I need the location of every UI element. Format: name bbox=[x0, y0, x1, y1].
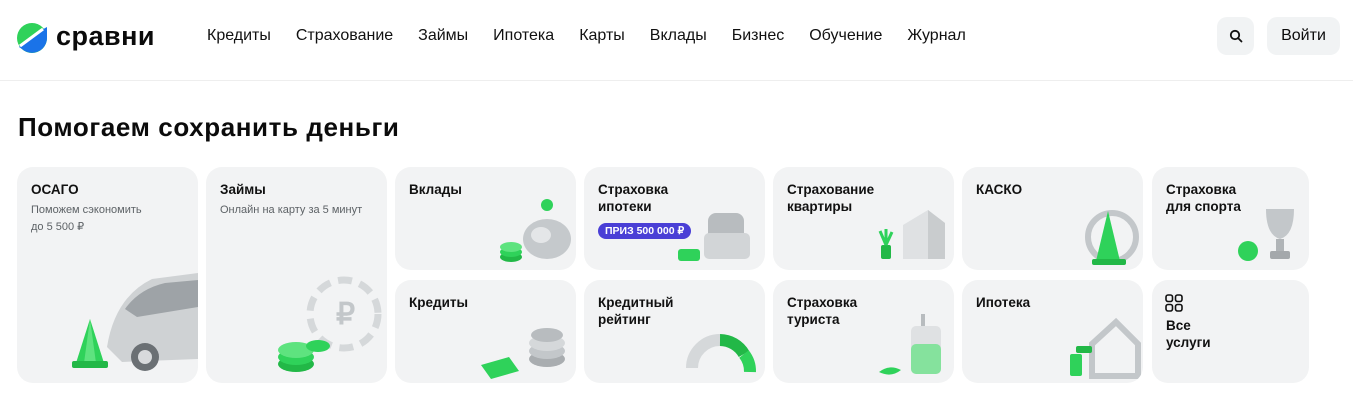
coins-card-illustration bbox=[481, 328, 565, 379]
piggy-bank-illustration bbox=[500, 199, 571, 262]
card-title: Кредиты bbox=[409, 295, 469, 310]
nav-item-obuchenie[interactable]: Обучение bbox=[809, 27, 882, 45]
card-title: Кредитный рейтинг bbox=[598, 295, 674, 327]
logo-text: сравни bbox=[56, 21, 156, 51]
card-title: Займы bbox=[220, 182, 266, 197]
coins-illustration: ₽ bbox=[278, 276, 382, 372]
trophy-illustration bbox=[1238, 209, 1294, 261]
nav-item-vklady[interactable]: Вклады bbox=[650, 27, 707, 45]
nav-item-strahovanie[interactable]: Страхование bbox=[296, 27, 393, 45]
card-title: Ипотека bbox=[976, 295, 1031, 310]
card-vse-uslugi[interactable]: Все услуги bbox=[1152, 280, 1309, 383]
nav-item-karty[interactable]: Карты bbox=[579, 27, 625, 45]
main-nav: Кредиты Страхование Займы Ипотека Карты … bbox=[207, 27, 991, 45]
logo-icon bbox=[17, 23, 47, 53]
card-strahovka-ipoteki[interactable]: Страховка ипотеки ПРИЗ 500 000 ₽ bbox=[584, 167, 765, 270]
grid-icon bbox=[1165, 294, 1183, 312]
suitcase-illustration bbox=[879, 314, 941, 375]
card-title: Все услуги bbox=[1166, 318, 1211, 350]
cone-ring-illustration bbox=[1085, 210, 1139, 265]
svg-text:₽: ₽ bbox=[336, 298, 355, 331]
card-kasko[interactable]: КАСКО bbox=[962, 167, 1143, 270]
nav-item-biznes[interactable]: Бизнес bbox=[732, 27, 785, 45]
login-button[interactable]: Войти bbox=[1267, 17, 1340, 55]
logo[interactable]: сравни bbox=[17, 21, 156, 53]
card-title: ОСАГО bbox=[31, 182, 79, 197]
card-strahovanie-kvartiry[interactable]: Страхование квартиры bbox=[773, 167, 954, 270]
card-title: Вклады bbox=[409, 182, 462, 197]
card-zaimy[interactable]: Займы Онлайн на карту за 5 минут ₽ bbox=[206, 167, 387, 383]
card-ipoteka[interactable]: Ипотека bbox=[962, 280, 1143, 383]
card-title: Страхование квартиры bbox=[787, 182, 875, 214]
armchair-illustration bbox=[678, 213, 750, 261]
traffic-cone-illustration bbox=[72, 319, 108, 368]
card-strahovka-turista[interactable]: Страховка туриста bbox=[773, 280, 954, 383]
nav-item-zaimy[interactable]: Займы bbox=[418, 27, 468, 45]
card-subtitle: Онлайн на карту за 5 минут bbox=[220, 204, 363, 216]
card-osago[interactable]: ОСАГО Поможем сэкономить до 5 500 ₽ bbox=[17, 167, 198, 383]
search-icon bbox=[1229, 29, 1242, 43]
card-title: Страховка ипотеки bbox=[598, 182, 669, 214]
search-button[interactable] bbox=[1217, 17, 1254, 55]
card-kredity[interactable]: Кредиты bbox=[395, 280, 576, 383]
card-title: КАСКО bbox=[976, 182, 1023, 197]
house-roller-illustration bbox=[1070, 317, 1141, 379]
nav-item-ipoteka[interactable]: Ипотека bbox=[493, 27, 554, 45]
card-strahovka-sport[interactable]: Страховка для спорта bbox=[1152, 167, 1309, 270]
gauge-illustration bbox=[686, 334, 756, 373]
site-header: сравни Кредиты Страхование Займы Ипотека… bbox=[0, 0, 1353, 81]
card-title: Страховка туриста bbox=[787, 295, 858, 327]
house-plant-illustration bbox=[878, 210, 945, 259]
card-subtitle: Поможем сэкономить до 5 500 ₽ bbox=[31, 204, 142, 233]
page-title: Помогаем сохранить деньги bbox=[18, 112, 400, 142]
nav-item-zhurnal[interactable]: Журнал bbox=[907, 27, 965, 45]
nav-item-kredity[interactable]: Кредиты bbox=[207, 27, 271, 45]
card-title: Страховка для спорта bbox=[1166, 182, 1241, 214]
card-vklady[interactable]: Вклады bbox=[395, 167, 576, 270]
card-kreditny-reiting[interactable]: Кредитный рейтинг bbox=[584, 280, 765, 383]
